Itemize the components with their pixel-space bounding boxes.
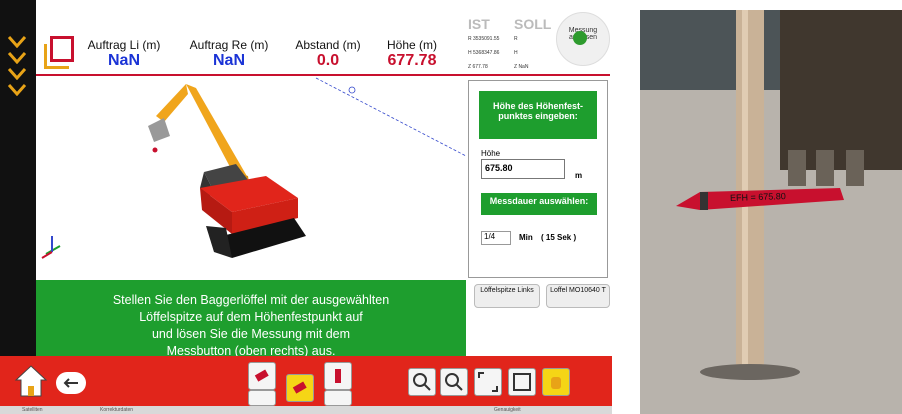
status-satellites: Satelliten xyxy=(22,407,43,413)
distance-value: 0.0 xyxy=(316,52,340,69)
left-fill-value: NaN xyxy=(107,52,140,69)
tool-bucket-center-button[interactable] xyxy=(286,374,314,402)
marker-sign-text: EFH = 675.80 xyxy=(729,191,786,203)
expand-icon xyxy=(478,372,498,392)
ist-r: R 3535091.55 xyxy=(468,36,500,42)
status-accuracy: Genauigkeit xyxy=(494,407,521,413)
zoom-out-icon xyxy=(445,373,463,391)
header-right-fill: Auftrag Re (m) NaN xyxy=(184,38,274,70)
app-screen: Auftrag Li (m) NaN Auftrag Re (m) NaN Ab… xyxy=(0,0,612,414)
tool-bucket-bottom-right-button[interactable] xyxy=(324,390,352,406)
ist-label: IST xyxy=(468,16,490,32)
header-left-fill: Auftrag Li (m) NaN xyxy=(82,38,166,70)
soll-r: R xyxy=(514,36,518,42)
status-bar: Satelliten Korrekturdaten Genauigkeit xyxy=(0,406,612,414)
zoom-out-button[interactable] xyxy=(440,368,468,396)
chevron-down-icon xyxy=(8,68,26,80)
soll-h: H xyxy=(514,50,518,56)
duration-unit: Min xyxy=(519,233,533,242)
instruction-line-3: und lösen Sie die Messung mit dem xyxy=(151,327,351,341)
tool-bucket-bottom-left-button[interactable] xyxy=(248,390,276,406)
spoon-button[interactable]: Loffel MO10640 T xyxy=(546,284,610,308)
chevron-down-icon xyxy=(8,36,26,48)
header-height: Höhe (m) 677.78 xyxy=(376,38,448,70)
hand-icon xyxy=(551,377,561,389)
chevron-down-icon xyxy=(8,52,26,64)
back-button[interactable] xyxy=(56,372,86,394)
duration-select-value: 1/4 xyxy=(484,232,496,241)
height-input[interactable]: 675.80 xyxy=(481,159,565,179)
pattern-button[interactable] xyxy=(508,368,536,396)
chevron-down-icon xyxy=(8,84,26,96)
instruction-message: Stellen Sie den Baggerlöffel mit der aus… xyxy=(36,280,466,358)
distance-label: Abstand (m) xyxy=(295,38,361,52)
bucket-icon xyxy=(254,369,269,382)
arrow-left-icon xyxy=(63,378,78,388)
app-logo-frame xyxy=(44,44,69,69)
height-field-label: Höhe xyxy=(481,149,501,158)
height-unit: m xyxy=(575,171,583,180)
ist-z: Z 677.78 xyxy=(468,64,488,70)
pan-button[interactable] xyxy=(542,368,570,396)
height-value: 677.78 xyxy=(387,52,437,69)
duration-title: Messdauer auswählen: xyxy=(481,193,597,215)
ist-h: H 5368347.86 xyxy=(468,50,500,56)
home-icon[interactable] xyxy=(14,364,48,398)
bucket-icon xyxy=(292,381,307,394)
bucket-icon xyxy=(335,369,341,383)
zoom-in-icon xyxy=(413,373,431,391)
status-correction: Korrekturdaten xyxy=(100,407,134,413)
fit-view-button[interactable] xyxy=(474,368,502,396)
instruction-line-1: Stellen Sie den Baggerlöffel mit der aus… xyxy=(112,293,390,307)
height-input-title: Höhe des Höhenfest-punktes eingeben: xyxy=(479,91,597,139)
right-fill-label: Auftrag Re (m) xyxy=(189,38,269,52)
soll-label: SOLL xyxy=(514,16,552,32)
spoon-label: Loffel MO10640 T xyxy=(550,287,606,294)
hatch-icon xyxy=(513,373,531,391)
soll-z: Z NaN xyxy=(514,64,529,70)
spoon-tip-label: Löffelspitze Links xyxy=(480,287,534,294)
zoom-in-button[interactable] xyxy=(408,368,436,396)
spoon-tip-left-button[interactable]: Löffelspitze Links xyxy=(474,284,540,308)
photo-scene xyxy=(640,10,902,414)
3d-viewport[interactable] xyxy=(36,76,467,280)
settings-panel: Höhe des Höhenfest-punktes eingeben: Höh… xyxy=(468,80,608,278)
left-chevron-bar xyxy=(0,0,36,414)
tool-bucket-right-button[interactable] xyxy=(324,362,352,390)
excavator-model xyxy=(41,77,467,259)
bottom-toolbar xyxy=(0,356,612,406)
duration-seconds: ( 15 Sek ) xyxy=(541,233,577,242)
tool-bucket-left-button[interactable] xyxy=(248,362,276,390)
left-fill-label: Auftrag Li (m) xyxy=(87,38,161,52)
site-photo: EFH = 675.80 xyxy=(640,10,902,414)
duration-select[interactable]: 1/4 xyxy=(481,231,511,245)
instruction-line-2: Löffelspitze auf dem Höhenfestpunkt auf xyxy=(139,310,363,324)
measure-status-indicator xyxy=(573,31,587,45)
height-label: Höhe (m) xyxy=(386,38,437,52)
right-fill-value: NaN xyxy=(212,52,245,69)
header-distance: Abstand (m) 0.0 xyxy=(290,38,366,70)
